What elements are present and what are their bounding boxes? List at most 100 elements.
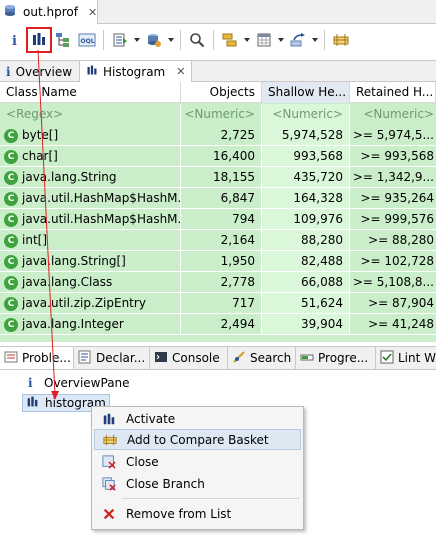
tab-overview[interactable]: i Overview xyxy=(0,61,80,82)
run-query-dropdown[interactable] xyxy=(133,29,141,51)
navigator-item-overview[interactable]: i OverviewPane xyxy=(28,374,130,392)
column-header-class-name[interactable]: Class Name xyxy=(0,82,181,103)
shallow-heap-cell: 51,624 xyxy=(262,293,350,314)
histogram-button[interactable] xyxy=(26,27,52,53)
tab-histogram[interactable]: Histogram ✕ xyxy=(80,61,192,82)
svg-text:OQL: OQL xyxy=(81,38,95,45)
tab-histogram-label: Histogram xyxy=(103,64,166,79)
oql-icon[interactable]: OQL xyxy=(76,29,98,51)
menu-item-close[interactable]: Close xyxy=(94,451,301,472)
tab-declaration-label: Declar... xyxy=(96,351,146,365)
menu-item-label: Close Branch xyxy=(126,476,205,491)
tab-progress[interactable]: Progre... xyxy=(296,347,376,369)
table-row[interactable]: Cjava.lang.String[] 1,950 82,488 >= 102,728 xyxy=(0,251,436,272)
retained-heap-cell: >= 5,974,5... xyxy=(350,125,436,146)
objects-cell: 6,847 xyxy=(181,188,262,209)
class-name-text: char[] xyxy=(22,149,58,163)
class-icon: C xyxy=(4,233,18,248)
export-icon[interactable] xyxy=(287,29,309,51)
objects-cell: 2,725 xyxy=(181,125,262,146)
editor-tab-out-hprof[interactable]: out.hprof ✕ xyxy=(0,0,98,24)
class-icon: C xyxy=(4,317,18,332)
column-header-shallow-heap[interactable]: Shallow He... xyxy=(262,82,350,103)
retained-heap-cell: >= 88,280 xyxy=(350,230,436,251)
class-name-cell: Cjava.lang.String xyxy=(0,167,181,188)
retained-filter-input[interactable]: <Numeric> xyxy=(350,104,436,125)
table-row[interactable]: Cjava.lang.String 18,155 435,720 >= 1,342,9… xyxy=(0,167,436,188)
class-icon: C xyxy=(4,128,18,143)
class-icon: C xyxy=(4,254,18,269)
group-icon[interactable] xyxy=(219,29,241,51)
menu-item-close-branch[interactable]: Close Branch xyxy=(94,473,301,494)
menu-item-add-to-compare-basket[interactable]: Add to Compare Basket xyxy=(94,429,301,450)
close-branch-icon xyxy=(94,476,124,491)
close-icon[interactable]: ✕ xyxy=(176,65,185,78)
class-name-text: java.util.zip.ZipEntry xyxy=(22,296,146,310)
calculate-dropdown[interactable] xyxy=(277,29,285,51)
class-name-cell: Cbyte[] xyxy=(0,125,181,146)
run-query-icon[interactable] xyxy=(109,29,131,51)
filter-row: <Regex> <Numeric> <Numeric> <Numeric> xyxy=(0,104,436,125)
class-name-cell: Cjava.util.zip.ZipEntry xyxy=(0,293,181,314)
bottom-tabbar: Proble... Declar... Console Search Progr… xyxy=(0,346,436,370)
class-name-text: java.util.HashMap$HashM... xyxy=(22,212,181,226)
objects-filter-input[interactable]: <Numeric> xyxy=(181,104,262,125)
retained-heap-cell: >= 935,264 xyxy=(350,188,436,209)
menu-item-label: Activate xyxy=(126,411,176,426)
heap-dump-overview-icon[interactable] xyxy=(143,29,165,51)
tab-problems-label: Proble... xyxy=(22,351,71,365)
table-header: Class Name Objects Shallow He... Retaine… xyxy=(0,82,436,103)
table-row[interactable]: Cjava.util.HashMap$HashM... 794 109,976 >= … xyxy=(0,209,436,230)
close-view-icon xyxy=(94,454,124,469)
table-row[interactable]: Cint[] 2,164 88,280 >= 88,280 xyxy=(0,230,436,251)
search-view-icon xyxy=(232,350,246,367)
table-row[interactable]: Cjava.util.HashMap$HashM... 6,847 164,328 >… xyxy=(0,188,436,209)
histogram-icon xyxy=(94,412,124,426)
navigator-item-label: OverviewPane xyxy=(44,376,130,390)
tab-search[interactable]: Search xyxy=(228,347,296,369)
dominator-tree-icon[interactable] xyxy=(52,29,74,51)
compare-basket-icon xyxy=(95,433,125,447)
menu-item-label: Add to Compare Basket xyxy=(127,432,269,447)
compare-icon[interactable] xyxy=(330,29,352,51)
objects-cell: 2,494 xyxy=(181,314,262,335)
table-row[interactable]: Cjava.lang.Integer 2,494 39,904 >= 41,248 xyxy=(0,314,436,335)
tab-console[interactable]: Console xyxy=(150,347,228,369)
tab-console-label: Console xyxy=(172,351,220,365)
class-name-cell: Cjava.util.HashMap$HashM... xyxy=(0,209,181,230)
table-row[interactable]: Cjava.lang.Class 2,778 66,088 >= 5,108,8... xyxy=(0,272,436,293)
column-header-objects[interactable]: Objects xyxy=(181,82,262,103)
tab-declaration[interactable]: Declar... xyxy=(74,347,150,369)
regex-filter-input[interactable]: <Regex> xyxy=(0,104,181,125)
menu-item-remove-from-list[interactable]: Remove from List xyxy=(94,503,301,524)
calculate-icon[interactable] xyxy=(253,29,275,51)
class-icon: C xyxy=(4,149,18,164)
histogram-icon xyxy=(31,31,47,50)
tab-problems[interactable]: Proble... xyxy=(0,347,74,369)
search-icon[interactable] xyxy=(186,29,208,51)
retained-heap-cell: >= 5,108,8... xyxy=(350,272,436,293)
table-row[interactable]: Cbyte[] 2,725 5,974,528 >= 5,974,5... xyxy=(0,125,436,146)
tab-lint-warnings[interactable]: Lint W... xyxy=(376,347,436,369)
shallow-heap-cell: 109,976 xyxy=(262,209,350,230)
tab-overview-label: Overview xyxy=(15,64,73,79)
shallow-heap-cell: 66,088 xyxy=(262,272,350,293)
objects-cell: 794 xyxy=(181,209,262,230)
info-icon[interactable]: i xyxy=(4,29,26,51)
table-row[interactable]: Cjava.util.zip.ZipEntry 717 51,624 >= 87,90… xyxy=(0,293,436,314)
class-name-text: java.lang.Class xyxy=(22,275,113,289)
export-dropdown[interactable] xyxy=(311,29,319,51)
group-dropdown[interactable] xyxy=(243,29,251,51)
table-row[interactable]: Cchar[] 16,400 993,568 >= 993,568 xyxy=(0,146,436,167)
close-icon[interactable]: ✕ xyxy=(88,6,97,19)
column-header-retained-heap[interactable]: Retained H... xyxy=(350,82,436,103)
shallow-filter-input[interactable]: <Numeric> xyxy=(262,104,350,125)
objects-cell: 18,155 xyxy=(181,167,262,188)
editor-tab-label: out.hprof xyxy=(23,5,78,19)
toolbar-separator xyxy=(103,30,104,50)
objects-cell: 1,950 xyxy=(181,251,262,272)
menu-item-activate[interactable]: Activate xyxy=(94,408,301,429)
class-icon: C xyxy=(4,212,18,227)
class-icon: C xyxy=(4,275,18,290)
heap-dump-dropdown[interactable] xyxy=(167,29,175,51)
